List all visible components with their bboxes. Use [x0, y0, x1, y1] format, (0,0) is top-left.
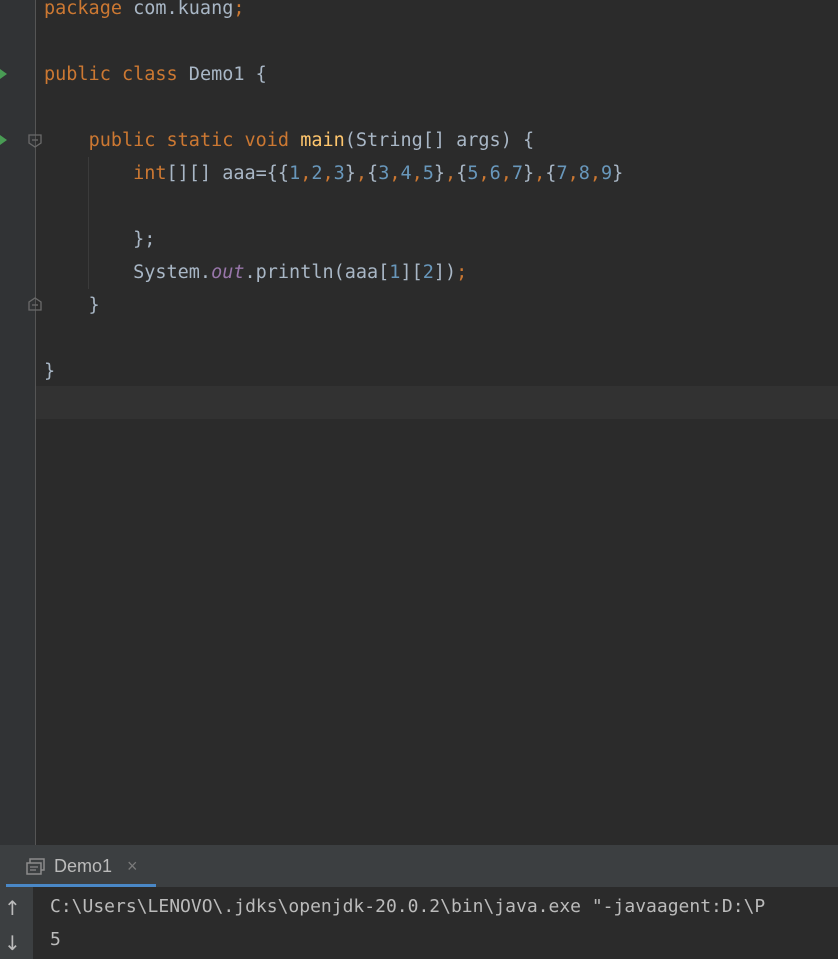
fold-open-icon[interactable]	[28, 134, 42, 148]
arrow-up-icon[interactable]: ↑	[4, 896, 21, 920]
code-token: class	[121, 64, 178, 85]
code-token: 7	[556, 163, 568, 184]
code-token: 7	[511, 163, 524, 184]
code-token: 3	[378, 163, 390, 184]
code-token: 5	[467, 163, 479, 184]
code-line[interactable]: };	[44, 229, 155, 262]
console-output-line[interactable]: 5	[50, 929, 61, 950]
code-line[interactable]: public static void main(String[] args) {	[44, 130, 535, 163]
code-token: 3	[333, 163, 345, 184]
code-token: 4	[400, 163, 412, 184]
code-token: ,	[589, 163, 601, 184]
code-token: void	[244, 130, 290, 151]
run-class-icon[interactable]	[0, 69, 7, 79]
code-line[interactable]: System.out.println(aaa[1][2]);	[44, 262, 467, 295]
code-token: .println(aaa[	[244, 262, 390, 283]
run-main-icon[interactable]	[0, 135, 7, 145]
code-token: 8	[578, 163, 590, 184]
code-token: com.kuang	[121, 0, 234, 19]
code-line[interactable]: }	[44, 361, 55, 394]
run-panel-toolbar: ↑ ↓	[0, 887, 34, 959]
run-panel: Demo1 × ↑ ↓ C:\Users\LENOVO\.jdks\openjd…	[0, 845, 838, 959]
code-token: ,	[500, 163, 512, 184]
code-token: ,	[322, 163, 334, 184]
code-token: 9	[601, 163, 613, 184]
code-token: ;	[233, 0, 245, 19]
code-token: 2	[422, 262, 434, 283]
current-line-highlight	[36, 386, 838, 419]
code-token: {	[456, 163, 468, 184]
code-line[interactable]: package com.kuang;	[44, 0, 245, 31]
code-line[interactable]: public class Demo1 {	[44, 64, 267, 97]
code-token: static	[166, 130, 234, 151]
code-token: ,	[300, 163, 312, 184]
code-token: ,	[478, 163, 490, 184]
arrow-down-icon[interactable]: ↓	[4, 931, 21, 955]
code-line[interactable]: int[][] aaa={{1,2,3},{3,4,5},{5,6,7},{7,…	[44, 163, 623, 196]
code-token: (String[] args) {	[344, 130, 535, 151]
code-token: ,	[355, 163, 368, 184]
code-line[interactable]: }	[44, 295, 100, 328]
code-token: package	[44, 0, 122, 19]
editor-gutter[interactable]	[0, 0, 42, 845]
code-token: };	[44, 229, 156, 250]
code-token: ])	[433, 262, 457, 283]
code-token: 2	[311, 163, 323, 184]
code-token: }	[44, 295, 100, 316]
code-token: ,	[534, 163, 546, 184]
code-token: ;	[456, 262, 468, 283]
code-token: }	[523, 163, 535, 184]
code-token: main	[300, 130, 345, 151]
code-editor[interactable]: package com.kuang; public class Demo1 { p…	[0, 0, 838, 845]
code-token: public	[44, 64, 111, 85]
console-command-line[interactable]: C:\Users\LENOVO\.jdks\openjdk-20.0.2\bin…	[50, 896, 765, 917]
code-token: ,	[567, 163, 579, 184]
code-token: ][	[400, 262, 423, 283]
code-token: System.	[44, 262, 212, 283]
code-token: 1	[289, 163, 301, 184]
code-token: 6	[489, 163, 501, 184]
code-token: 5	[422, 163, 434, 184]
run-tab-demo1[interactable]: Demo1 ×	[6, 845, 156, 887]
code-token: {	[367, 163, 379, 184]
code-token: 1	[389, 262, 401, 283]
code-token: int	[133, 163, 167, 184]
code-token: Demo1 {	[177, 64, 267, 85]
code-token: {	[545, 163, 557, 184]
code-token: out	[211, 262, 245, 283]
code-token: ,	[389, 163, 401, 184]
console-tab-icon	[26, 858, 45, 875]
code-token: }	[44, 361, 56, 382]
close-icon[interactable]: ×	[127, 856, 138, 877]
code-token: ,	[411, 163, 423, 184]
run-tab-label: Demo1	[54, 856, 113, 876]
fold-close-icon[interactable]	[28, 297, 42, 311]
code-token: ,	[445, 163, 457, 184]
code-token: }	[433, 163, 446, 184]
code-token: }	[612, 163, 624, 184]
run-panel-header: Demo1 ×	[0, 845, 838, 887]
code-token: }	[344, 163, 356, 184]
code-token: [][] aaa={{	[166, 163, 290, 184]
code-token: public	[88, 130, 156, 151]
